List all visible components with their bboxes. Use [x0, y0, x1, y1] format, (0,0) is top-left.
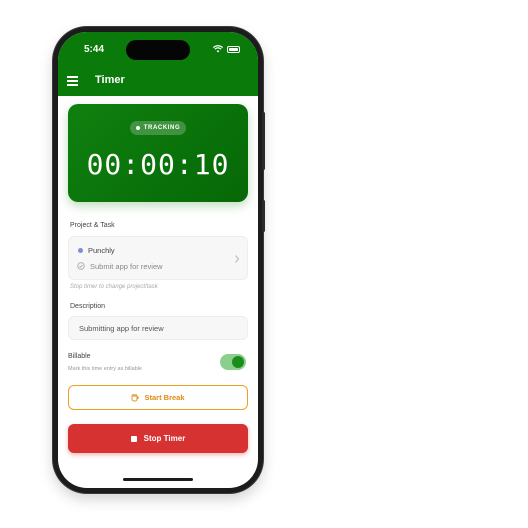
page-title: Timer [95, 74, 125, 86]
tracking-badge: TRACKING [130, 121, 186, 135]
description-section-label: Description [70, 303, 106, 310]
hamburger-menu-icon[interactable] [67, 76, 78, 86]
coffee-cup-icon [132, 393, 139, 401]
stop-timer-button[interactable]: Stop Timer [68, 424, 248, 453]
stop-timer-label: Stop Timer [143, 434, 186, 443]
project-color-dot [78, 248, 83, 253]
battery-icon [227, 45, 240, 53]
timer-card: TRACKING 00:00:10 [68, 104, 248, 202]
dynamic-island [126, 40, 190, 60]
project-name: Punchly [88, 246, 115, 255]
side-button [262, 200, 265, 232]
start-break-button[interactable]: Start Break [68, 385, 248, 410]
elapsed-time: 00:00:10 [86, 148, 230, 181]
toggle-knob [232, 356, 244, 368]
billable-subtitle: Mark this time entry as billable [68, 366, 142, 372]
project-task-selector[interactable]: Punchly Submit app for review [68, 236, 248, 280]
wifi-icon [213, 45, 223, 53]
phone-screen: 5:44 Timer TRACKING 00:00:10 Project & T… [58, 32, 258, 488]
stop-icon [130, 435, 137, 442]
home-indicator [123, 478, 193, 481]
status-icons [213, 45, 240, 53]
task-name: Submit app for review [90, 262, 163, 271]
billable-toggle[interactable] [220, 354, 246, 370]
chevron-right-icon [235, 255, 240, 263]
project-hint: Stop timer to change project/task [70, 284, 158, 290]
description-input[interactable] [68, 316, 248, 340]
start-break-label: Start Break [144, 393, 185, 402]
billable-label: Billable [68, 353, 91, 360]
tracking-dot-icon [135, 126, 140, 130]
tracking-label: TRACKING [143, 125, 181, 131]
side-button [262, 112, 265, 170]
app-header: 5:44 Timer [58, 32, 258, 96]
status-time: 5:44 [84, 44, 105, 55]
project-section-label: Project & Task [70, 222, 115, 229]
check-circle-icon [77, 262, 85, 270]
